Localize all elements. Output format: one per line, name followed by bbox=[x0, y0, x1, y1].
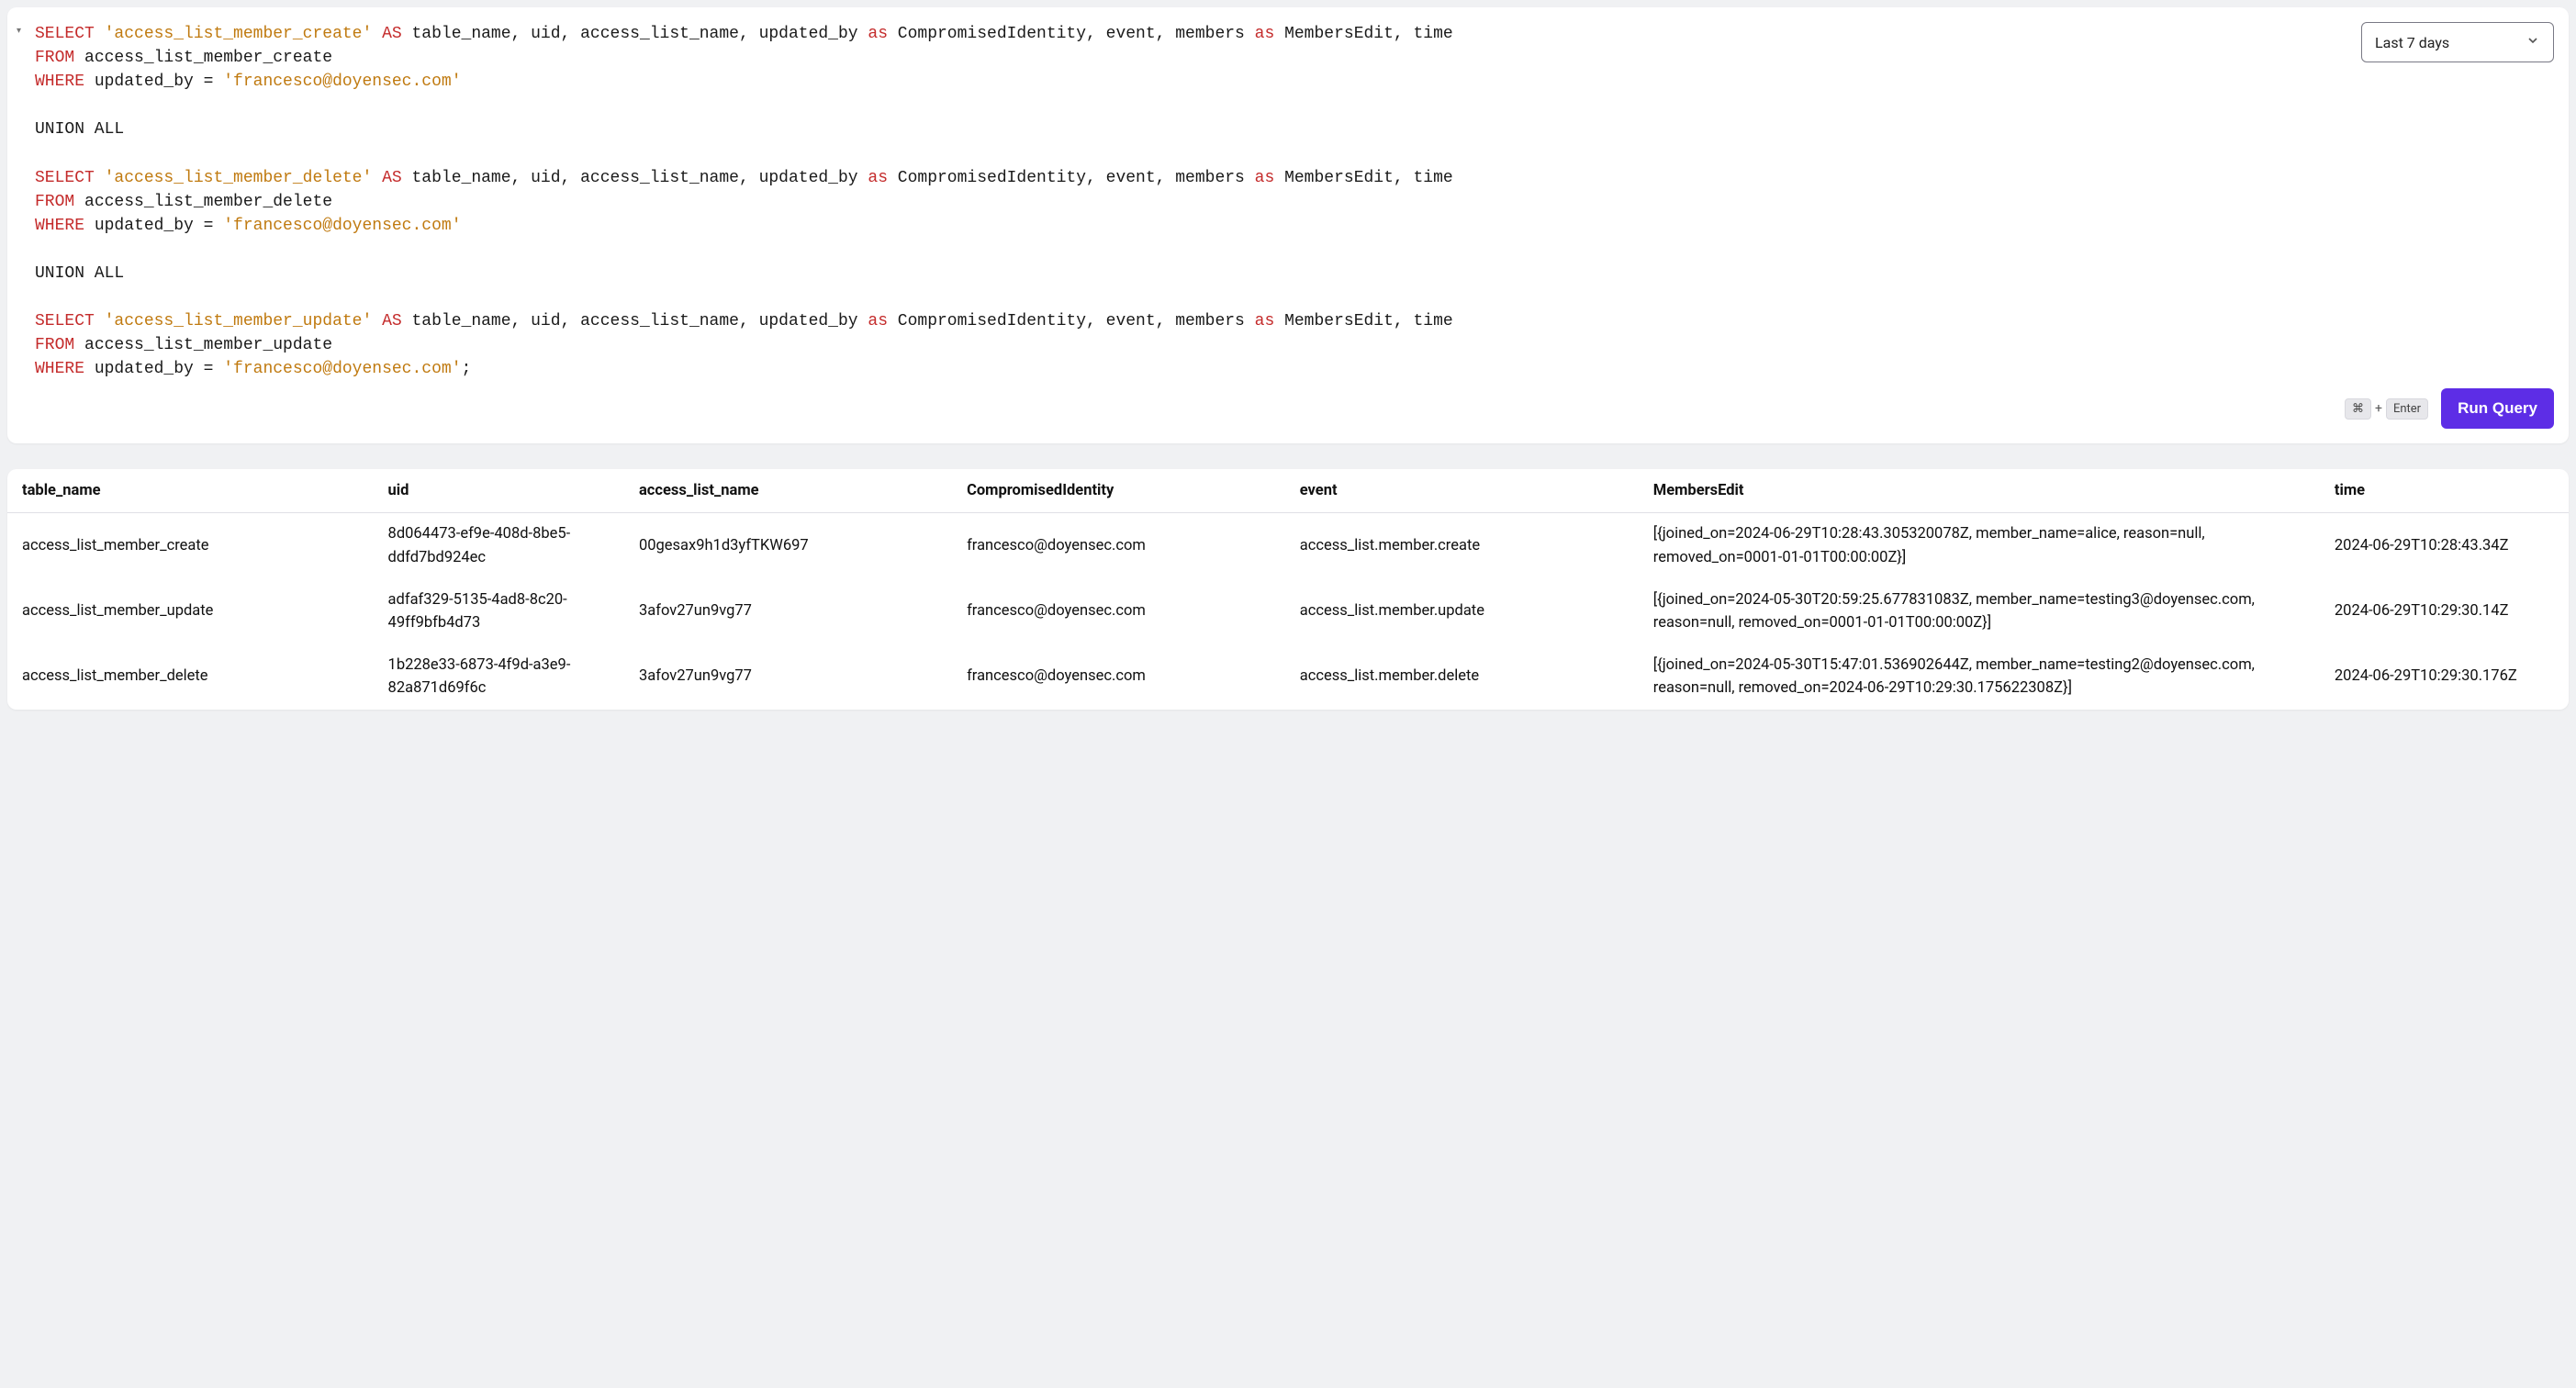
cell-time: 2024-06-29T10:28:43.34Z bbox=[2325, 513, 2569, 579]
results-panel: table_name uid access_list_name Compromi… bbox=[7, 469, 2569, 709]
collapse-toggle-icon[interactable]: ▾ bbox=[17, 26, 21, 36]
cell-members-edit: [{joined_on=2024-06-29T10:28:43.30532007… bbox=[1644, 513, 2325, 579]
cell-event: access_list.member.update bbox=[1291, 579, 1644, 644]
cell-access-list-name: 3afov27un9vg77 bbox=[630, 579, 958, 644]
cmd-key-icon: ⌘ bbox=[2345, 398, 2371, 420]
cell-time: 2024-06-29T10:29:30.14Z bbox=[2325, 579, 2569, 644]
cell-table-name: access_list_member_create bbox=[7, 513, 379, 579]
cell-compromised-identity: francesco@doyensec.com bbox=[958, 644, 1291, 710]
table-row[interactable]: access_list_member_delete1b228e33-6873-4… bbox=[7, 644, 2569, 710]
col-header-access-list-name[interactable]: access_list_name bbox=[630, 469, 958, 513]
table-row[interactable]: access_list_member_create8d064473-ef9e-4… bbox=[7, 513, 2569, 579]
date-range-dropdown[interactable]: Last 7 days bbox=[2361, 22, 2554, 62]
col-header-members-edit[interactable]: MembersEdit bbox=[1644, 469, 2325, 513]
cell-access-list-name: 3afov27un9vg77 bbox=[630, 644, 958, 710]
col-header-compromised-identity[interactable]: CompromisedIdentity bbox=[958, 469, 1291, 513]
cell-members-edit: [{joined_on=2024-05-30T20:59:25.67783108… bbox=[1644, 579, 2325, 644]
cell-compromised-identity: francesco@doyensec.com bbox=[958, 513, 1291, 579]
results-table: table_name uid access_list_name Compromi… bbox=[7, 469, 2569, 709]
col-header-uid[interactable]: uid bbox=[379, 469, 630, 513]
cell-event: access_list.member.delete bbox=[1291, 644, 1644, 710]
table-row[interactable]: access_list_member_updateadfaf329-5135-4… bbox=[7, 579, 2569, 644]
col-header-event[interactable]: event bbox=[1291, 469, 1644, 513]
col-header-time[interactable]: time bbox=[2325, 469, 2569, 513]
cell-time: 2024-06-29T10:29:30.176Z bbox=[2325, 644, 2569, 710]
sql-editor[interactable]: SELECT 'access_list_member_create' AS ta… bbox=[22, 22, 2554, 381]
query-footer: ⌘ + Enter Run Query bbox=[22, 388, 2554, 429]
run-query-button[interactable]: Run Query bbox=[2441, 388, 2554, 429]
cell-compromised-identity: francesco@doyensec.com bbox=[958, 579, 1291, 644]
query-editor-panel: ▾ Last 7 days SELECT 'access_list_member… bbox=[7, 7, 2569, 443]
cell-uid: 8d064473-ef9e-408d-8be5-ddfd7bd924ec bbox=[379, 513, 630, 579]
keyboard-shortcut-hint: ⌘ + Enter bbox=[2345, 398, 2428, 420]
date-range-label: Last 7 days bbox=[2375, 34, 2449, 51]
table-header-row: table_name uid access_list_name Compromi… bbox=[7, 469, 2569, 513]
enter-key-icon: Enter bbox=[2386, 398, 2428, 420]
cell-members-edit: [{joined_on=2024-05-30T15:47:01.53690264… bbox=[1644, 644, 2325, 710]
chevron-down-icon bbox=[2526, 33, 2540, 51]
col-header-table-name[interactable]: table_name bbox=[7, 469, 379, 513]
cell-table-name: access_list_member_update bbox=[7, 579, 379, 644]
cell-event: access_list.member.create bbox=[1291, 513, 1644, 579]
cell-access-list-name: 00gesax9h1d3yfTKW697 bbox=[630, 513, 958, 579]
cell-uid: adfaf329-5135-4ad8-8c20-49ff9bfb4d73 bbox=[379, 579, 630, 644]
cell-table-name: access_list_member_delete bbox=[7, 644, 379, 710]
plus-text: + bbox=[2375, 401, 2382, 416]
cell-uid: 1b228e33-6873-4f9d-a3e9-82a871d69f6c bbox=[379, 644, 630, 710]
